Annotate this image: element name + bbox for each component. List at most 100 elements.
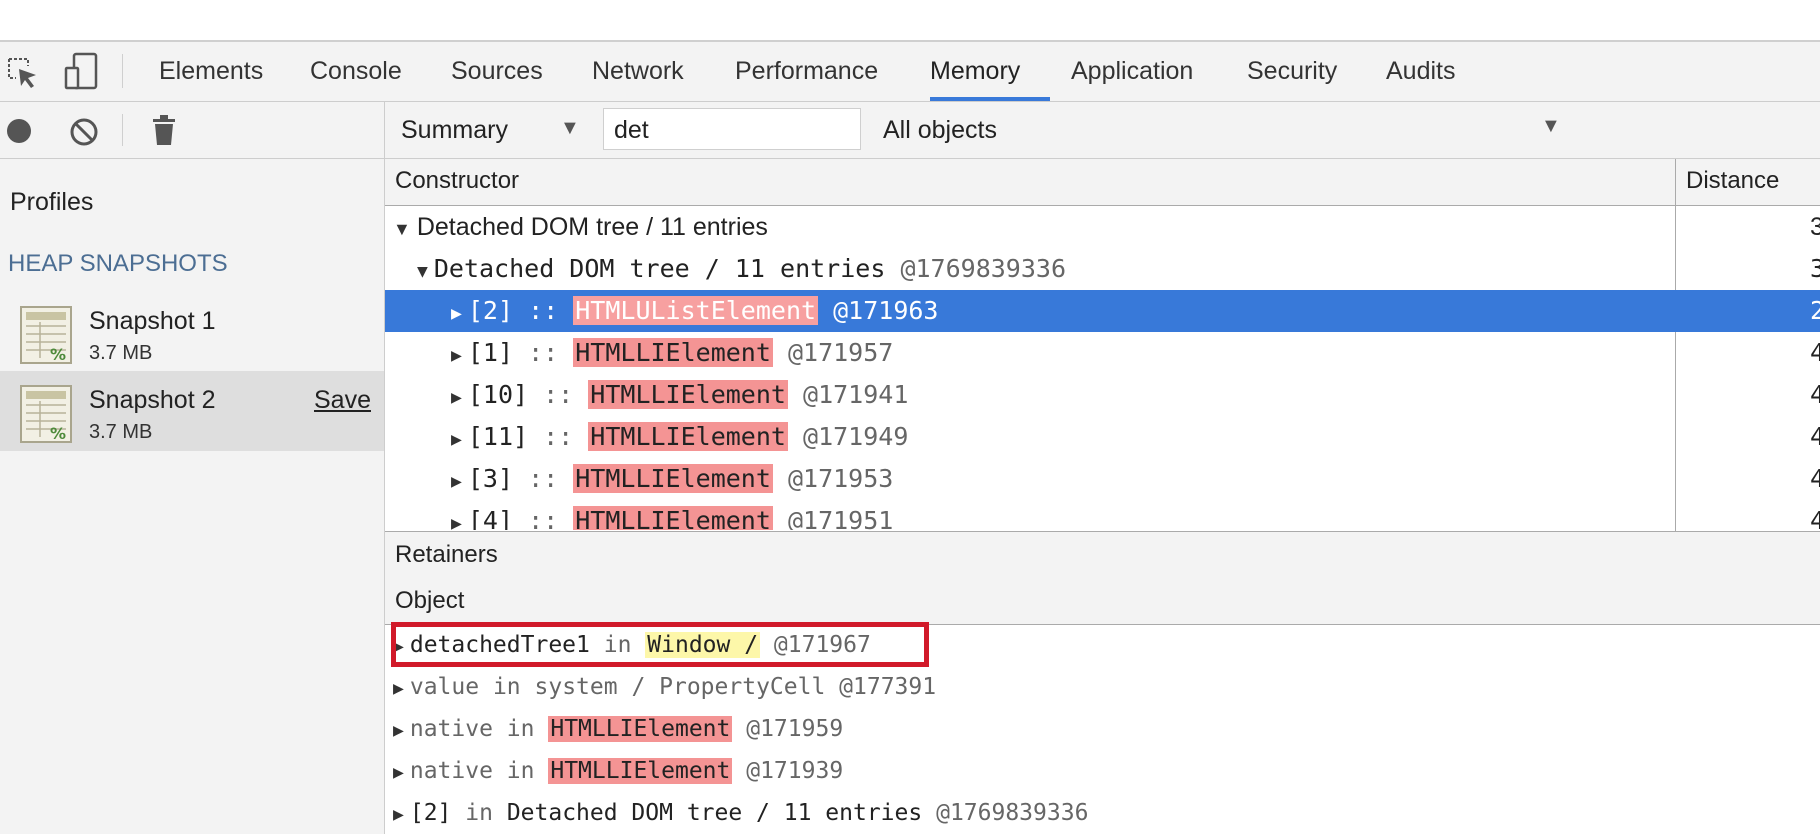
object-id: @171957 xyxy=(787,338,894,367)
distance-column-header[interactable]: Distance xyxy=(1686,159,1779,203)
highlight-annotation-box xyxy=(391,622,929,667)
retainer-row[interactable]: ▶ native in HTMLLIElement @171939 xyxy=(385,750,1820,792)
row-separator: :: xyxy=(543,380,574,409)
tab-memory[interactable]: Memory xyxy=(930,42,1020,101)
view-select-chevron-down-icon[interactable]: ▼ xyxy=(560,117,580,140)
row-class-name: HTMLLIElement xyxy=(588,422,788,451)
retainer-in: in xyxy=(465,800,493,826)
device-toolbar-icon[interactable] xyxy=(62,52,100,92)
tree-row[interactable]: ▶ [3] :: HTMLLIElement @171953 4 xyxy=(385,458,1820,500)
objects-select-chevron-down-icon[interactable]: ▼ xyxy=(1541,115,1561,138)
object-id: @171953 xyxy=(787,464,894,493)
retainers-title: Retainers xyxy=(395,541,498,568)
heap-snapshot-icon: % xyxy=(20,306,72,364)
tab-sources[interactable]: Sources xyxy=(451,42,543,101)
collapsed-triangle-icon[interactable]: ▶ xyxy=(451,377,462,419)
tab-security[interactable]: Security xyxy=(1247,42,1337,101)
inspect-element-icon[interactable] xyxy=(6,56,40,90)
svg-text:%: % xyxy=(50,345,66,364)
collapsed-triangle-icon[interactable]: ▶ xyxy=(451,503,462,530)
row-index: [4] xyxy=(467,506,513,530)
snapshot-item-selected[interactable]: % Snapshot 2 3.7 MB Save xyxy=(0,371,384,451)
constructor-column-header[interactable]: Constructor xyxy=(395,159,519,203)
row-distance: 4 xyxy=(1810,338,1820,367)
profiles-toolbar xyxy=(0,102,384,159)
retainer-name: native xyxy=(409,758,493,784)
row-distance: 4 xyxy=(1810,422,1820,451)
collapsed-triangle-icon[interactable]: ▶ xyxy=(451,335,462,377)
tree-row[interactable]: ▼ Detached DOM tree / 11 entries @1769839… xyxy=(385,248,1820,290)
retainer-name: native xyxy=(409,716,493,742)
row-distance: 4 xyxy=(1810,380,1820,409)
devtools-tabbar: Elements Console Sources Network Perform… xyxy=(0,42,1820,102)
retainer-row[interactable]: ▶ [2] in Detached DOM tree / 11 entries @… xyxy=(385,792,1820,834)
object-column-header[interactable]: Object xyxy=(395,578,464,624)
profiles-title: Profiles xyxy=(10,188,94,216)
row-separator: :: xyxy=(543,422,574,451)
retainer-owner: Detached DOM tree / 11 entries xyxy=(506,800,923,826)
tab-console[interactable]: Console xyxy=(310,42,402,101)
retainer-owner: HTMLLIElement xyxy=(548,716,733,742)
row-class-name: HTMLLIElement xyxy=(573,506,773,530)
save-snapshot-link[interactable]: Save xyxy=(314,386,371,415)
row-distance: 4 xyxy=(1810,464,1820,493)
collapsed-triangle-icon[interactable]: ▶ xyxy=(393,752,404,794)
row-distance: 3 xyxy=(1810,213,1820,241)
retainer-name: value xyxy=(409,674,480,700)
tabbar-divider xyxy=(122,54,123,88)
tree-row[interactable]: ▶ [4] :: HTMLLIElement @171951 4 xyxy=(385,500,1820,530)
retainer-row[interactable]: ▶ value in system / PropertyCell @177391 xyxy=(385,666,1820,708)
row-label: Detached DOM tree / 11 entries xyxy=(433,254,886,283)
trash-icon[interactable] xyxy=(152,114,176,146)
row-distance: 4 xyxy=(1810,506,1820,530)
expanded-triangle-icon[interactable]: ▼ xyxy=(417,251,428,293)
snapshot-name: Snapshot 1 xyxy=(89,307,216,335)
tab-elements[interactable]: Elements xyxy=(159,42,263,101)
window-top-strip xyxy=(0,0,1820,42)
tab-network[interactable]: Network xyxy=(592,42,684,101)
class-filter-input[interactable]: det xyxy=(603,108,861,150)
retainer-name: [2] xyxy=(409,800,452,826)
row-index: [1] xyxy=(467,338,513,367)
tab-audits[interactable]: Audits xyxy=(1386,42,1455,101)
tab-application[interactable]: Application xyxy=(1071,42,1193,101)
record-icon[interactable] xyxy=(6,118,32,144)
tree-row[interactable]: ▼ Detached DOM tree / 11 entries 3 xyxy=(385,206,1820,248)
collapsed-triangle-icon[interactable]: ▶ xyxy=(393,710,404,752)
object-id: @1769839336 xyxy=(936,800,1089,826)
collapsed-triangle-icon[interactable]: ▶ xyxy=(451,461,462,503)
retainer-row[interactable]: ▶ native in HTMLLIElement @171959 xyxy=(385,708,1820,750)
profiles-sidebar: Profiles HEAP SNAPSHOTS % Snapshot 1 3.7… xyxy=(0,102,385,834)
collapsed-triangle-icon[interactable]: ▶ xyxy=(451,419,462,461)
expanded-triangle-icon[interactable]: ▼ xyxy=(393,208,411,250)
row-index: [10] xyxy=(467,380,529,409)
tree-row[interactable]: ▶ [11] :: HTMLLIElement @171949 4 xyxy=(385,416,1820,458)
snapshot-item[interactable]: % Snapshot 1 3.7 MB xyxy=(0,292,384,372)
heap-snapshots-section-title: HEAP SNAPSHOTS xyxy=(8,250,228,277)
tab-performance[interactable]: Performance xyxy=(735,42,878,101)
objects-select[interactable]: All objects xyxy=(883,102,997,158)
tree-row-selected[interactable]: ▶ [2] :: HTMLUListElement @171963 2 xyxy=(385,290,1820,332)
row-distance: 2 xyxy=(1810,296,1820,325)
tree-row[interactable]: ▶ [1] :: HTMLLIElement @171957 4 xyxy=(385,332,1820,374)
clear-icon[interactable] xyxy=(69,117,99,147)
row-separator: :: xyxy=(528,296,559,325)
row-separator: :: xyxy=(528,464,559,493)
svg-text:%: % xyxy=(50,424,66,443)
view-select[interactable]: Summary xyxy=(401,102,508,158)
row-index: [11] xyxy=(467,422,529,451)
row-separator: :: xyxy=(528,338,559,367)
row-class-name: HTMLUListElement xyxy=(573,296,819,325)
object-id: @171941 xyxy=(803,380,909,409)
collapsed-triangle-icon[interactable]: ▶ xyxy=(393,794,404,836)
collapsed-triangle-icon[interactable]: ▶ xyxy=(451,293,462,335)
toolbar-divider xyxy=(122,114,123,146)
object-id: @171949 xyxy=(803,422,909,451)
row-index: [2] xyxy=(467,296,513,325)
object-id: @171959 xyxy=(746,716,844,742)
row-label: Detached DOM tree / 11 entries xyxy=(416,213,768,241)
tree-row[interactable]: ▶ [10] :: HTMLLIElement @171941 4 xyxy=(385,374,1820,416)
collapsed-triangle-icon[interactable]: ▶ xyxy=(393,668,404,710)
object-id: @171939 xyxy=(746,758,844,784)
retainer-owner: system / PropertyCell xyxy=(534,674,826,700)
